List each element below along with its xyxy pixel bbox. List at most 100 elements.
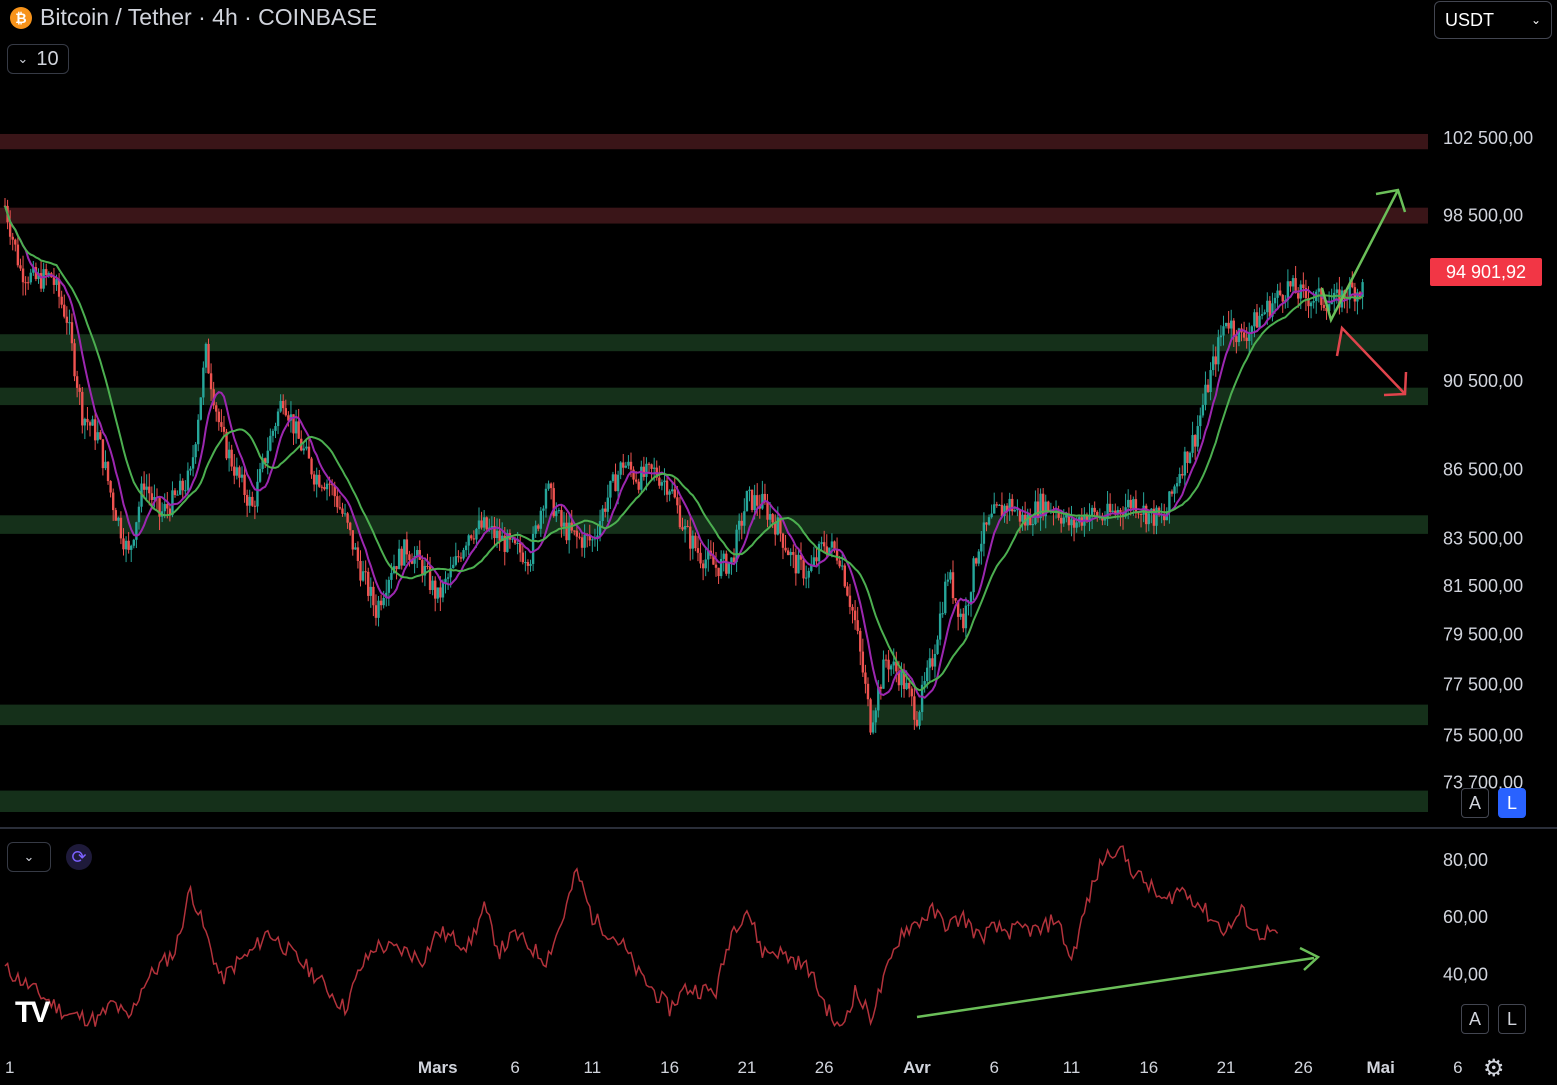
candle	[341, 502, 344, 517]
candle-body	[725, 553, 728, 574]
candle	[856, 606, 859, 635]
candle-body	[624, 465, 628, 468]
candle-body	[583, 534, 586, 548]
candle-body	[591, 539, 594, 541]
candle-body	[436, 587, 439, 599]
candle-body	[1090, 507, 1094, 516]
rsi-auto-scale-button[interactable]: A	[1461, 1004, 1489, 1034]
candle	[60, 290, 63, 309]
candle	[861, 638, 865, 678]
symbol-title[interactable]: Bitcoin / Tether · 4h · COINBASE	[40, 4, 377, 31]
candle-body	[861, 651, 865, 673]
candle	[549, 482, 553, 500]
candle-body	[240, 474, 244, 478]
rsi-tick-label: 40,00	[1443, 964, 1488, 984]
candle	[480, 511, 483, 530]
candle	[189, 466, 192, 476]
candle-body	[480, 520, 483, 528]
candle-body	[843, 565, 847, 587]
candle-body	[954, 598, 957, 601]
candle-body	[980, 543, 983, 552]
candle-body	[369, 586, 373, 596]
candle	[191, 445, 195, 477]
candle-body	[405, 539, 409, 555]
chart-canvas[interactable]: 102 500,00 98 500,00 90 500,00 86 500,00 83 …	[0, 0, 1557, 1080]
zone-band-4	[0, 515, 1428, 534]
candle-body	[938, 613, 942, 640]
candle-body	[740, 520, 743, 526]
candle-body	[557, 510, 561, 512]
candle-body	[426, 565, 429, 567]
candle-body	[537, 525, 540, 529]
candle	[1134, 490, 1138, 519]
candle	[889, 664, 893, 676]
candle-body	[822, 542, 826, 547]
candle	[86, 406, 89, 431]
candle-body	[372, 586, 375, 606]
candle	[297, 408, 300, 440]
candle	[874, 707, 877, 733]
candle	[717, 567, 720, 584]
indicators-collapse-button[interactable]: ⌄ 10	[7, 44, 69, 74]
candle-body	[462, 550, 465, 559]
candle	[359, 550, 362, 587]
refresh-icon[interactable]: ⟳	[66, 844, 92, 870]
candle-body	[472, 538, 476, 540]
candle	[63, 294, 66, 319]
candle-body	[294, 421, 298, 434]
candle	[233, 453, 236, 485]
candle-body	[727, 562, 731, 574]
candle-body	[1266, 300, 1269, 313]
candle-body	[434, 580, 437, 599]
candle	[1188, 451, 1192, 464]
currency-select[interactable]: USDT ⌄	[1434, 1, 1552, 39]
candle	[45, 263, 48, 286]
bitcoin-icon[interactable]: ₿	[10, 6, 32, 29]
candle	[124, 536, 128, 563]
candle-body	[668, 491, 671, 495]
candle-body	[789, 552, 792, 556]
candle	[470, 534, 473, 541]
candle-body	[658, 477, 661, 486]
log-scale-button[interactable]: L	[1498, 788, 1526, 818]
candle-body	[524, 562, 527, 564]
candle-body	[689, 526, 692, 549]
candle-body	[609, 481, 612, 498]
auto-scale-button[interactable]: A	[1461, 788, 1489, 818]
candle-body	[271, 430, 275, 436]
candle-body	[905, 682, 908, 689]
candle-body	[163, 504, 166, 512]
candle-body	[312, 474, 316, 485]
candle	[385, 579, 388, 607]
candle-body	[1137, 513, 1140, 515]
candle-body	[315, 474, 318, 485]
chart-area[interactable]: 102 500,00 98 500,00 90 500,00 86 500,00 83 …	[0, 0, 1557, 1080]
rsi-collapse-button[interactable]: ⌄	[7, 842, 51, 872]
settings-icon[interactable]: ⚙	[1483, 1054, 1505, 1083]
candle	[130, 544, 133, 563]
candle	[704, 548, 707, 577]
candle-body	[361, 571, 365, 581]
candle	[660, 479, 664, 491]
rsi-layer	[4, 845, 1321, 1028]
candle-body	[227, 449, 231, 459]
candle-body	[580, 537, 584, 548]
candle-body	[756, 495, 759, 506]
candle-body	[26, 282, 30, 284]
candle	[238, 465, 241, 488]
candle-body	[1188, 452, 1192, 463]
candle	[946, 571, 950, 587]
candle	[1011, 494, 1014, 516]
candle	[310, 456, 313, 479]
rsi-log-scale-button[interactable]: L	[1498, 1004, 1526, 1034]
candle	[222, 415, 226, 438]
candle	[356, 541, 360, 569]
candle-body	[678, 505, 682, 528]
candle-body	[1178, 474, 1181, 484]
candle-body	[14, 239, 17, 245]
candle-body	[42, 269, 45, 289]
candle-body	[882, 659, 885, 689]
candle-body	[243, 474, 246, 495]
candle-body	[784, 547, 787, 551]
candle	[663, 468, 666, 496]
